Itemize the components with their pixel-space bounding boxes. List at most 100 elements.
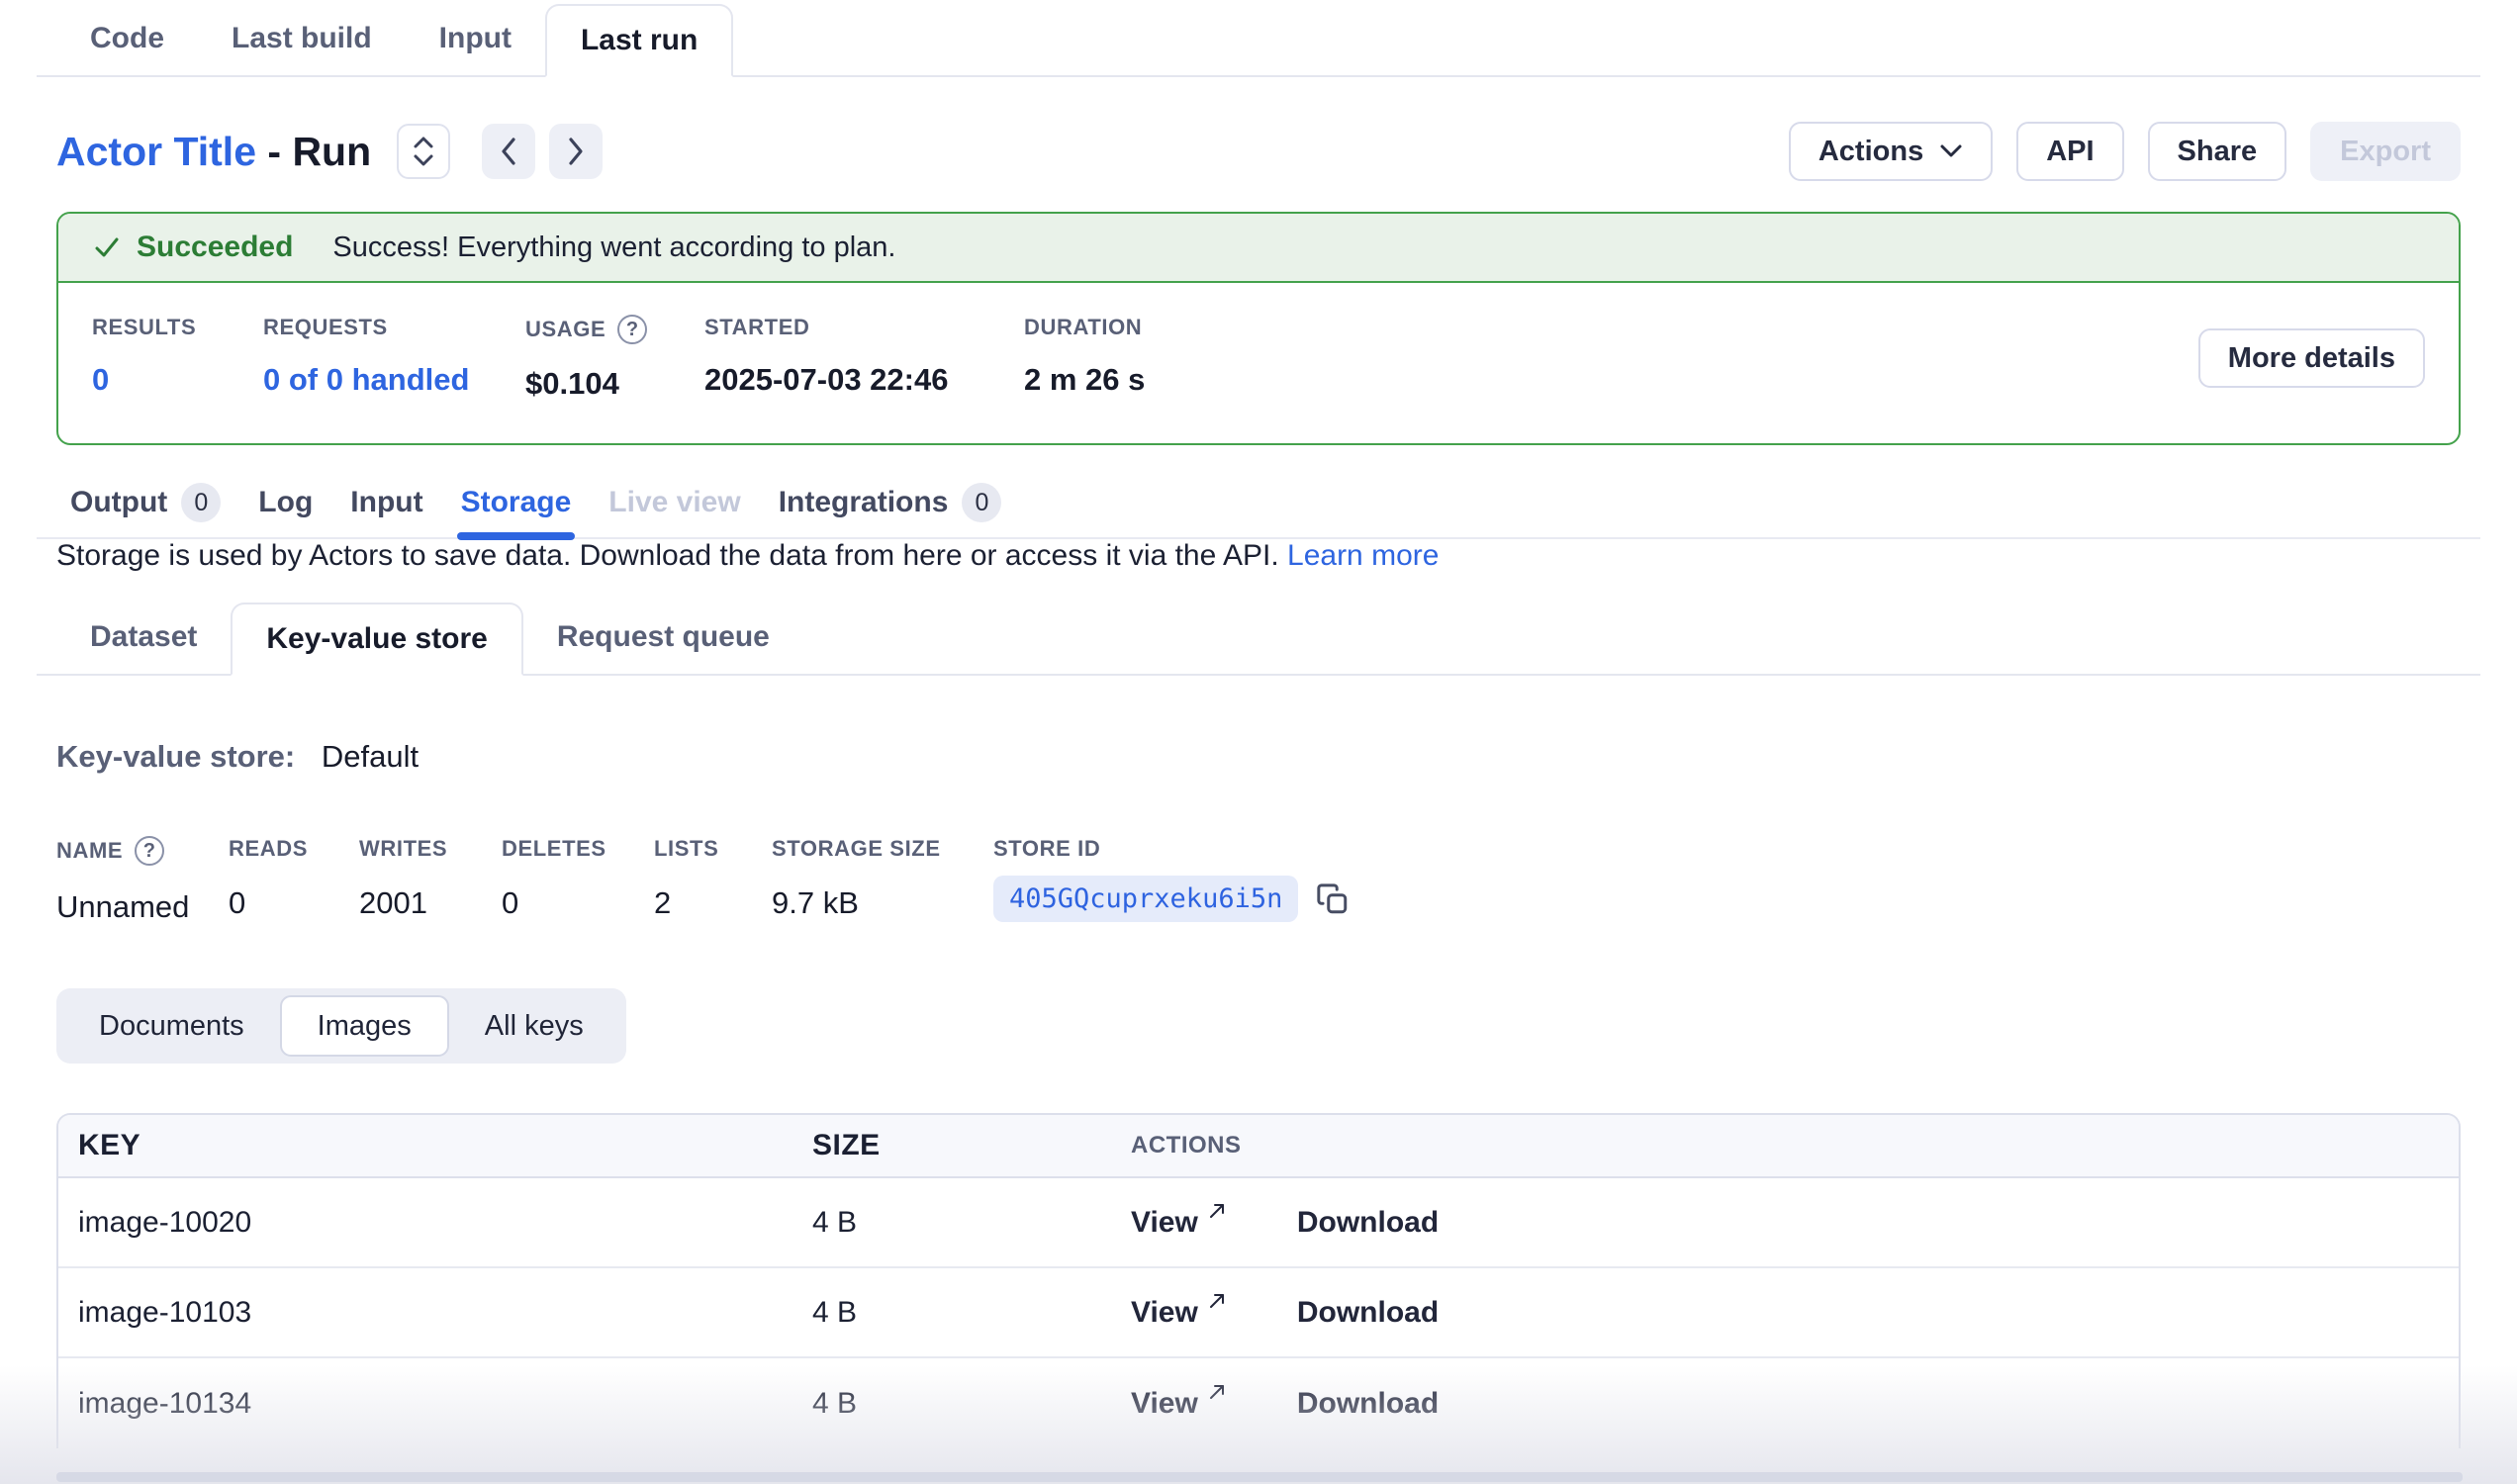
- kv-stat-storage-size-label: STORAGE SIZE: [772, 836, 993, 862]
- export-button: Export: [2310, 122, 2461, 181]
- output-count-badge: 0: [181, 483, 221, 522]
- download-link[interactable]: Download: [1297, 1296, 1439, 1330]
- row-actions: View Download: [1105, 1296, 2459, 1330]
- page-tabbar: Code Last build Input Last run: [37, 4, 2480, 77]
- view-link[interactable]: View: [1131, 1387, 1228, 1421]
- storage-description: Storage is used by Actors to save data. …: [0, 539, 2517, 573]
- run-status-card: Succeeded Success! Everything went accor…: [56, 212, 2461, 445]
- table-row: image-10134 4 B View Download: [58, 1358, 2459, 1448]
- tab-last-build[interactable]: Last build: [198, 4, 406, 75]
- more-details-wrap: More details: [2198, 328, 2425, 388]
- next-run-button[interactable]: [549, 124, 603, 179]
- kv-stat-lists-value: 2: [654, 885, 772, 921]
- kv-stat-name-label-text: NAME: [56, 838, 123, 864]
- run-header: Actor Title - Run Actions: [0, 121, 2517, 182]
- run-stats: RESULTS 0 REQUESTS 0 of 0 handled USAGE …: [58, 283, 2459, 443]
- api-button[interactable]: API: [2016, 122, 2123, 181]
- name-help-icon[interactable]: [135, 836, 164, 866]
- table-row: image-10103 4 B View Download: [58, 1268, 2459, 1358]
- chevron-right-icon: [566, 137, 586, 166]
- more-details-button[interactable]: More details: [2198, 328, 2425, 388]
- kv-store-name: Default: [322, 739, 419, 774]
- storage-description-text: Storage is used by Actors to save data. …: [56, 539, 1279, 572]
- view-link[interactable]: View: [1131, 1206, 1228, 1240]
- run-tabbar: Output 0 Log Input Storage Live view Int…: [37, 468, 2480, 539]
- row-size: 4 B: [812, 1206, 1105, 1240]
- kv-stat-writes-value: 2001: [359, 885, 502, 921]
- row-actions: View Download: [1105, 1387, 2459, 1421]
- row-size: 4 B: [812, 1387, 1105, 1421]
- kv-stat-deletes-value: 0: [502, 885, 654, 921]
- kv-stat-reads: READS 0: [229, 836, 359, 921]
- stat-usage-label-text: USAGE: [525, 317, 606, 342]
- tab-dataset[interactable]: Dataset: [56, 603, 231, 674]
- kv-stat-store-id-label: STORE ID: [993, 836, 1350, 862]
- run-tab-storage[interactable]: Storage: [461, 467, 572, 538]
- tab-last-run[interactable]: Last run: [545, 4, 733, 77]
- download-link[interactable]: Download: [1297, 1387, 1439, 1421]
- stat-requests-label: REQUESTS: [263, 315, 525, 340]
- stat-started: STARTED 2025-07-03 22:46: [704, 315, 1024, 398]
- external-link-icon: [1206, 1381, 1228, 1403]
- row-key: image-10134: [58, 1387, 812, 1421]
- integrations-count-badge: 0: [962, 483, 1001, 522]
- tab-code[interactable]: Code: [56, 4, 198, 75]
- horizontal-scrollbar[interactable]: [56, 1472, 2463, 1482]
- stat-usage-label: USAGE: [525, 315, 704, 344]
- filter-images[interactable]: Images: [280, 995, 449, 1057]
- filter-documents[interactable]: Documents: [63, 995, 280, 1057]
- external-link-icon: [1206, 1290, 1228, 1312]
- table-row: image-10020 4 B View Download: [58, 1178, 2459, 1268]
- stat-requests-value[interactable]: 0 of 0 handled: [263, 362, 525, 398]
- stat-duration-value: 2 m 26 s: [1024, 362, 1145, 398]
- filter-all-keys[interactable]: All keys: [449, 995, 619, 1057]
- title-separator: -: [267, 129, 292, 174]
- download-link[interactable]: Download: [1297, 1206, 1439, 1240]
- stat-requests: REQUESTS 0 of 0 handled: [263, 315, 525, 398]
- store-id-value[interactable]: 405GQcuprxeku6i5n: [993, 876, 1298, 922]
- key-filter-wrap: Documents Images All keys: [0, 988, 2517, 1064]
- store-id-row: 405GQcuprxeku6i5n: [993, 876, 1350, 922]
- view-link-label: View: [1131, 1206, 1198, 1240]
- kv-stat-reads-label: READS: [229, 836, 359, 862]
- kv-stat-deletes: DELETES 0: [502, 836, 654, 921]
- stat-results-value[interactable]: 0: [92, 362, 263, 398]
- kv-stat-store-id: STORE ID 405GQcuprxeku6i5n: [993, 836, 1350, 922]
- run-tab-integrations[interactable]: Integrations 0: [779, 467, 1002, 538]
- kv-stat-reads-value: 0: [229, 885, 359, 921]
- kv-stat-deletes-label: DELETES: [502, 836, 654, 862]
- keys-table: KEY SIZE ACTIONS image-10020 4 B View Do…: [56, 1113, 2461, 1448]
- kv-stat-storage-size-value: 9.7 kB: [772, 885, 993, 921]
- kv-stat-writes-label: WRITES: [359, 836, 502, 862]
- learn-more-link[interactable]: Learn more: [1287, 539, 1439, 572]
- actions-button[interactable]: Actions: [1789, 122, 1993, 181]
- row-size: 4 B: [812, 1296, 1105, 1330]
- stat-results-label: RESULTS: [92, 315, 263, 340]
- kv-stat-storage-size: STORAGE SIZE 9.7 kB: [772, 836, 993, 921]
- kv-store-stats: NAME Unnamed READS 0 WRITES 2001 DELETES…: [0, 836, 2517, 925]
- usage-help-icon[interactable]: [617, 315, 647, 344]
- row-key: image-10103: [58, 1296, 812, 1330]
- tab-key-value-store[interactable]: Key-value store: [231, 603, 522, 676]
- kv-store-title: Key-value store: Default: [0, 739, 2517, 775]
- row-key: image-10020: [58, 1206, 812, 1240]
- stat-usage-value: $0.104: [525, 366, 704, 402]
- stat-usage: USAGE $0.104: [525, 315, 704, 402]
- kv-stat-name-label: NAME: [56, 836, 229, 866]
- share-button[interactable]: Share: [2148, 122, 2287, 181]
- tab-request-queue[interactable]: Request queue: [523, 603, 803, 674]
- kv-stat-lists: LISTS 2: [654, 836, 772, 921]
- run-tab-live-view: Live view: [608, 467, 740, 538]
- actor-title-link[interactable]: Actor Title: [56, 129, 256, 174]
- stat-duration-label: DURATION: [1024, 315, 1145, 340]
- previous-run-button[interactable]: [482, 124, 535, 179]
- status-banner: Succeeded Success! Everything went accor…: [58, 214, 2459, 283]
- tab-input[interactable]: Input: [406, 4, 545, 75]
- copy-store-id-button[interactable]: [1316, 882, 1350, 916]
- run-selector-button[interactable]: [397, 124, 450, 179]
- check-icon: [92, 232, 122, 262]
- run-tab-log[interactable]: Log: [258, 467, 313, 538]
- run-tab-input[interactable]: Input: [350, 467, 422, 538]
- view-link[interactable]: View: [1131, 1296, 1228, 1330]
- run-tab-output[interactable]: Output 0: [70, 467, 221, 538]
